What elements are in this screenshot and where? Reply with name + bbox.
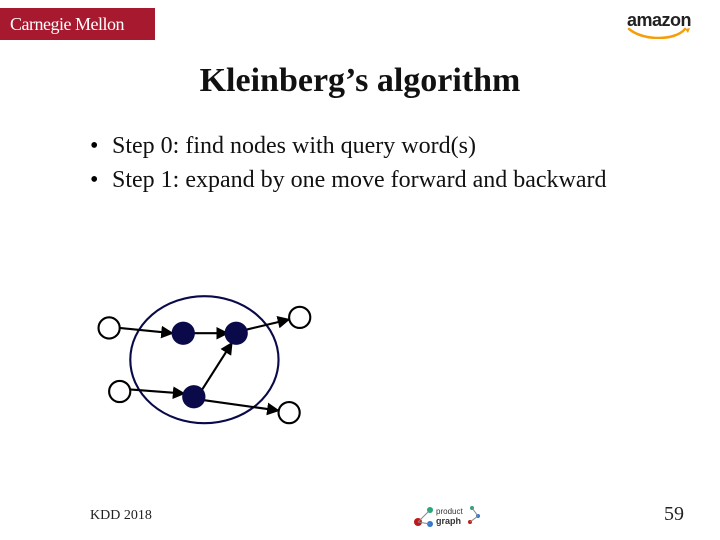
slide-title: Kleinberg’s algorithm xyxy=(0,62,720,100)
graph-diagram xyxy=(75,275,355,455)
page-number: 59 xyxy=(664,503,684,526)
node-open xyxy=(279,402,300,423)
svg-text:graph: graph xyxy=(436,516,461,526)
bullet-text: Step 1: expand by one move forward and b… xyxy=(112,164,607,196)
edge xyxy=(245,319,289,330)
amazon-text: amazon xyxy=(627,10,691,30)
node-open xyxy=(99,317,120,338)
bullet-text: Step 0: find nodes with query word(s) xyxy=(112,130,476,162)
node-open xyxy=(109,381,130,402)
product-graph-logo: product graph xyxy=(410,500,484,530)
node-filled xyxy=(225,322,248,345)
svg-text:product: product xyxy=(436,507,463,516)
list-item: • Step 1: expand by one move forward and… xyxy=(90,164,650,196)
footer-venue: KDD 2018 xyxy=(90,508,152,524)
node-filled xyxy=(172,322,195,345)
edge xyxy=(202,400,278,411)
edge xyxy=(128,389,184,393)
amazon-logo: amazon xyxy=(614,10,704,38)
edge xyxy=(202,343,232,390)
bullet-icon: • xyxy=(90,164,112,196)
cmu-wordmark: Carnegie Mellon xyxy=(0,8,155,40)
bullet-list: • Step 0: find nodes with query word(s) … xyxy=(90,130,650,199)
list-item: • Step 0: find nodes with query word(s) xyxy=(90,130,650,162)
selection-ellipse xyxy=(130,296,278,423)
edge xyxy=(120,328,173,333)
node-open xyxy=(289,307,310,328)
node-filled xyxy=(182,385,205,408)
bullet-icon: • xyxy=(90,130,112,162)
